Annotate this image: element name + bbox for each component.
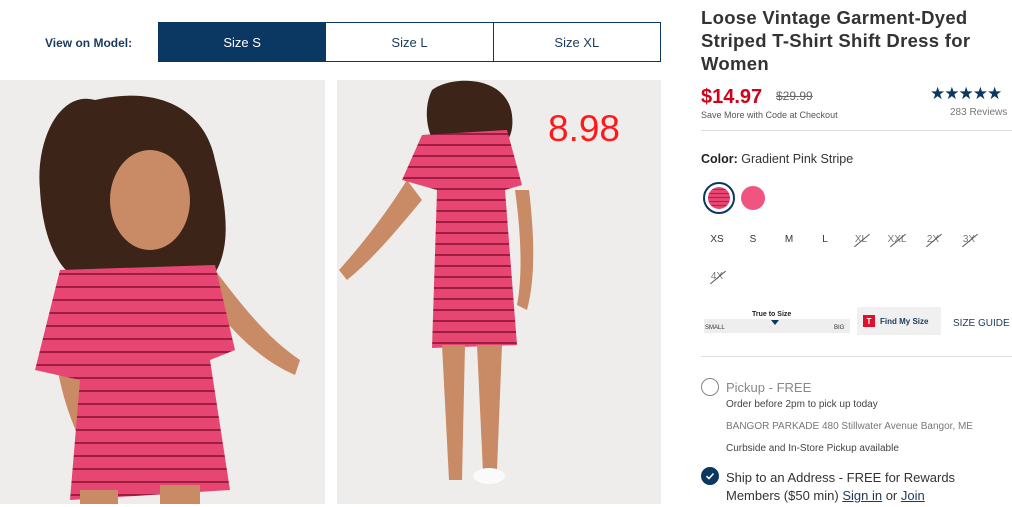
model-size-s-button[interactable]: Size S <box>159 23 327 61</box>
product-photo-front[interactable] <box>0 80 325 504</box>
pickup-title: Pickup - FREE <box>726 380 812 395</box>
ship-to-address-radio[interactable] <box>701 467 719 485</box>
find-my-size-label: Find My Size <box>880 316 929 326</box>
model-size-l-button[interactable]: Size L <box>326 23 494 61</box>
join-link[interactable]: Join <box>901 488 925 503</box>
fit-rating-label: True to Size <box>752 311 792 318</box>
original-price: $29.99 <box>776 89 813 103</box>
save-more-text: Save More with Code at Checkout <box>701 110 838 120</box>
true-fit-logo-icon: T <box>863 315 875 327</box>
sale-price: $14.97 <box>701 86 763 108</box>
size-option-xl[interactable]: XL <box>847 234 875 245</box>
sign-in-link[interactable]: Sign in <box>842 488 882 503</box>
model-size-toggle: Size S Size L Size XL <box>158 22 661 62</box>
size-option-4x[interactable]: 4X <box>703 271 731 282</box>
pickup-radio[interactable] <box>701 378 719 396</box>
size-option-2x[interactable]: 2X <box>919 234 947 245</box>
find-my-size-button[interactable]: T Find My Size <box>857 307 941 335</box>
pickup-store-address: BANGOR PARKADE 480 Stillwater Avenue Ban… <box>726 421 973 432</box>
color-value: Gradient Pink Stripe <box>741 152 854 166</box>
divider <box>701 356 1012 357</box>
product-page: View on Model: Size S Size L Size XL 8.9… <box>0 0 1012 507</box>
review-count-link[interactable]: 283 Reviews <box>950 107 1007 118</box>
rating-stars[interactable]: ★★★★★ <box>930 84 1002 104</box>
size-option-xs[interactable]: XS <box>703 234 731 245</box>
model-front-illustration <box>0 80 325 504</box>
model-size-xl-button[interactable]: Size XL <box>493 23 660 61</box>
pickup-availability-text: Curbside and In-Store Pickup available <box>726 443 899 454</box>
pickup-cutoff-text: Order before 2pm to pick up today <box>726 399 878 410</box>
color-swatch-gradient-pink-stripe[interactable] <box>703 182 735 214</box>
fit-indicator-icon <box>771 320 779 325</box>
view-on-model-label: View on Model: <box>45 36 133 50</box>
size-option-xxl[interactable]: XXL <box>883 234 911 245</box>
color-swatch-pink[interactable] <box>737 182 769 214</box>
or-text: or <box>885 488 898 503</box>
product-title: Loose Vintage Garment-Dyed Striped T-Shi… <box>701 7 971 74</box>
overlay-price-annotation: 8.98 <box>548 108 621 149</box>
size-option-m[interactable]: M <box>775 234 803 245</box>
size-option-l[interactable]: L <box>811 234 839 245</box>
color-label: Color: <box>701 152 738 166</box>
checkmark-icon <box>705 472 715 480</box>
size-option-s[interactable]: S <box>739 234 767 245</box>
divider <box>701 130 1012 131</box>
fit-small-label: SMALL <box>705 325 725 331</box>
ship-to-address-option: Ship to an Address - FREE for Rewards Me… <box>726 469 1012 505</box>
color-selection: Color: Gradient Pink Stripe <box>701 152 853 166</box>
fit-big-label: BIG <box>834 325 845 331</box>
size-guide-link[interactable]: SIZE GUIDE <box>953 318 1010 329</box>
size-option-3x[interactable]: 3X <box>955 234 983 245</box>
